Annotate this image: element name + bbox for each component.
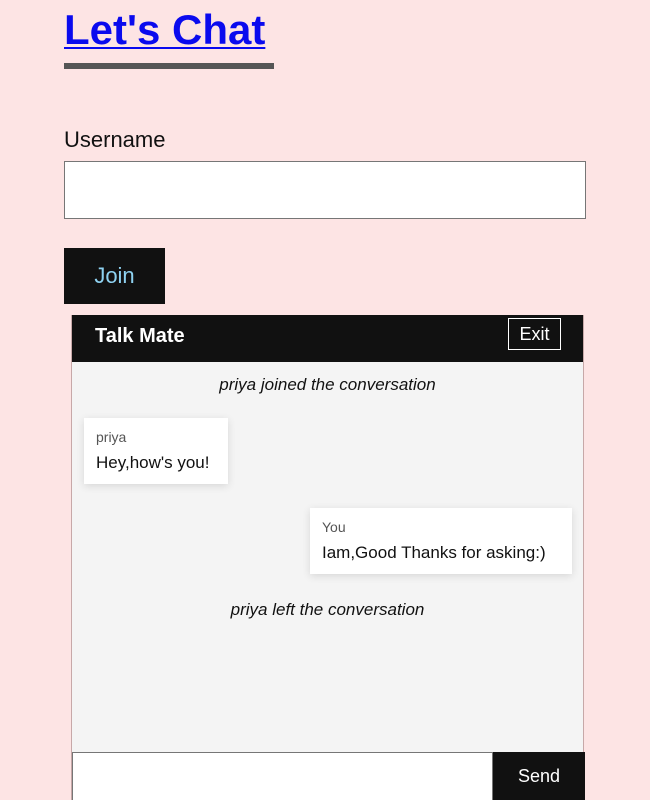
outgoing-message-bubble: You Iam,Good Thanks for asking:) bbox=[310, 508, 572, 574]
join-event-message: priya joined the conversation bbox=[219, 375, 436, 394]
send-button[interactable]: Send bbox=[493, 752, 585, 800]
chat-window: Talk Mate Exit priya joined the conversa… bbox=[71, 315, 585, 800]
message-sender: You bbox=[322, 519, 346, 535]
message-text: Hey,how's you! bbox=[96, 453, 210, 472]
username-label: Username bbox=[64, 127, 166, 152]
join-button[interactable]: Join bbox=[64, 248, 165, 304]
chat-page: Let's Chat Username Join Talk Mate Exit … bbox=[0, 0, 650, 800]
message-input[interactable] bbox=[72, 752, 493, 800]
chat-header: Talk Mate Exit bbox=[72, 315, 583, 362]
exit-button[interactable]: Exit bbox=[508, 318, 561, 350]
leave-event-message: priya left the conversation bbox=[230, 600, 425, 619]
incoming-message-bubble: priya Hey,how's you! bbox=[84, 418, 228, 484]
title-underline-bar bbox=[64, 63, 274, 69]
page-title: Let's Chat bbox=[64, 6, 266, 53]
chat-header-title: Talk Mate bbox=[95, 325, 185, 347]
message-sender: priya bbox=[96, 429, 127, 445]
message-text: Iam,Good Thanks for asking:) bbox=[322, 543, 546, 562]
username-input[interactable] bbox=[64, 161, 586, 219]
